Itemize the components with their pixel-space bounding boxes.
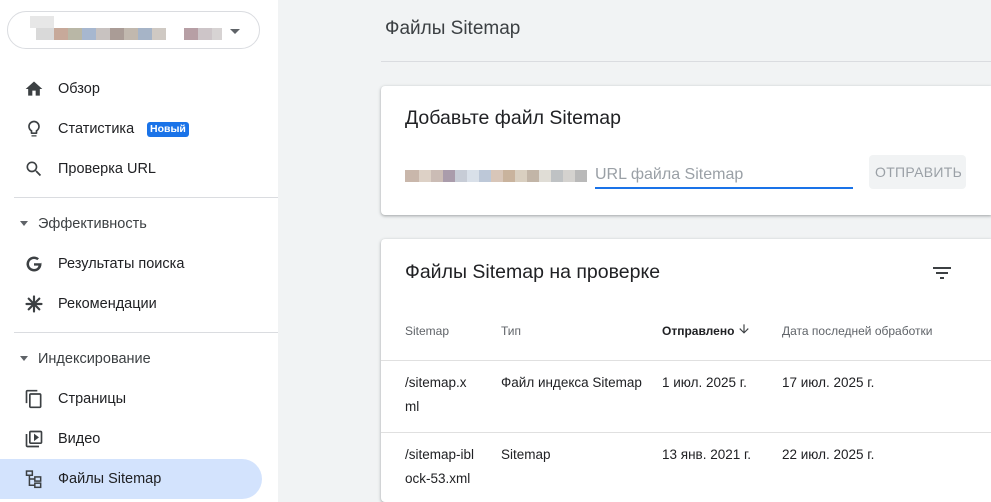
submit-button[interactable]: ОТПРАВИТЬ [869,155,966,189]
sidebar-item-label: Рекомендации [58,296,157,312]
redacted-url-block [467,170,479,182]
sidebar-item-sitemaps[interactable]: Файлы Sitemap [0,459,262,499]
section-label: Эффективность [38,216,147,232]
header-divider [381,61,991,62]
sitemap-url-input[interactable] [595,163,853,189]
redacted-property-block [184,28,198,40]
redacted-property-block [124,28,138,40]
last-read-cell: 22 июл. 2025 г. [782,447,875,462]
redacted-property-block [110,28,124,40]
column-header-sitemap[interactable]: Sitemap [405,324,449,338]
pages-icon [25,389,42,409]
chevron-down-icon [230,29,240,34]
sidebar-divider [14,332,278,333]
section-toggle-performance[interactable]: Эффективность [0,206,262,242]
sidebar: Обзор Статистика Новый Проверка URL Эффе… [0,0,278,502]
type-cell: Файл индекса Sitemap [501,375,642,390]
redacted-url-block [443,170,455,182]
redacted-url-block [405,170,419,182]
arrow-down-icon [739,324,749,334]
redacted-property-block [54,28,68,40]
sidebar-item-label: Видео [58,431,101,447]
sidebar-item-pages[interactable]: Страницы [0,379,262,419]
column-header-last-read[interactable]: Дата последней обработки [782,324,932,338]
new-badge: Новый [147,122,189,137]
card-title: Файлы Sitemap на проверке [405,261,661,283]
redacted-property-block [36,28,54,40]
redacted-property-block [96,28,110,40]
sitemap-path-cell: /sitemap-ibl ock-53.xml [405,447,475,486]
sidebar-item-label: Страницы [58,391,127,407]
submitted-cell: 13 янв. 2021 г. [662,447,752,462]
google-g-icon [26,256,42,272]
sidebar-item-overview[interactable]: Обзор [0,69,262,109]
redacted-url-block [527,170,539,182]
card-title: Добавьте файл Sitemap [405,107,621,129]
page-title: Файлы Sitemap [385,18,521,39]
redacted-url-block [491,170,503,182]
redacted-url-block [431,170,443,182]
redacted-property-block [212,28,222,40]
sidebar-item-recommendations[interactable]: Рекомендации [0,284,262,324]
caret-down-icon [20,221,28,226]
sidebar-divider [14,197,278,198]
redacted-url-block [563,170,575,182]
submitted-sitemaps-card: Файлы Sitemap на проверке Sitemap Тип От… [381,239,991,502]
lightbulb-icon [28,120,40,137]
redacted-property-block [152,28,166,40]
row-divider [381,432,991,433]
sidebar-item-video[interactable]: Видео [0,419,262,459]
sidebar-item-label: Файлы Sitemap [58,471,162,487]
column-header-submitted[interactable]: Отправлено [662,324,734,338]
redacted-property-block [198,28,212,40]
section-toggle-indexing[interactable]: Индексирование [0,341,262,377]
property-selector[interactable] [7,11,260,49]
redacted-url-block [455,170,467,182]
redacted-property-block [68,28,82,40]
section-label: Индексирование [38,351,151,367]
submitted-cell: 1 июл. 2025 г. [662,375,747,390]
home-icon [25,81,43,96]
redacted-url-block [551,170,563,182]
type-cell: Sitemap [501,447,551,462]
sidebar-item-insights[interactable]: Статистика Новый [0,109,262,149]
search-icon [26,161,42,177]
redacted-url-block [575,170,587,182]
redacted-url-block [515,170,527,182]
redacted-url-block [419,170,431,182]
add-sitemap-card: Добавьте файл Sitemap ОТПРАВИТЬ [381,86,991,215]
redacted-property-block [30,16,54,28]
column-header-type[interactable]: Тип [501,324,521,338]
sidebar-item-url-inspection[interactable]: Проверка URL [0,149,262,189]
sitemap-icon [25,470,42,489]
last-read-cell: 17 июл. 2025 г. [782,375,875,390]
redacted-url-block [539,170,551,182]
redacted-url-block [503,170,515,182]
filter-icon[interactable] [930,261,954,285]
sidebar-item-label: Проверка URL [58,161,156,177]
sidebar-item-label: Результаты поиска [58,256,185,272]
redacted-property-block [82,28,96,40]
asterisk-icon [25,295,43,313]
redacted-property-block [138,28,152,40]
sidebar-item-label: Статистика [58,121,135,137]
sidebar-item-search-results[interactable]: Результаты поиска [0,244,262,284]
caret-down-icon [20,356,28,361]
row-divider [381,360,991,361]
sidebar-item-label: Обзор [58,81,100,97]
redacted-url-block [479,170,491,182]
sitemap-path-cell: /sitemap.x ml [405,375,467,414]
video-icon [25,430,43,448]
